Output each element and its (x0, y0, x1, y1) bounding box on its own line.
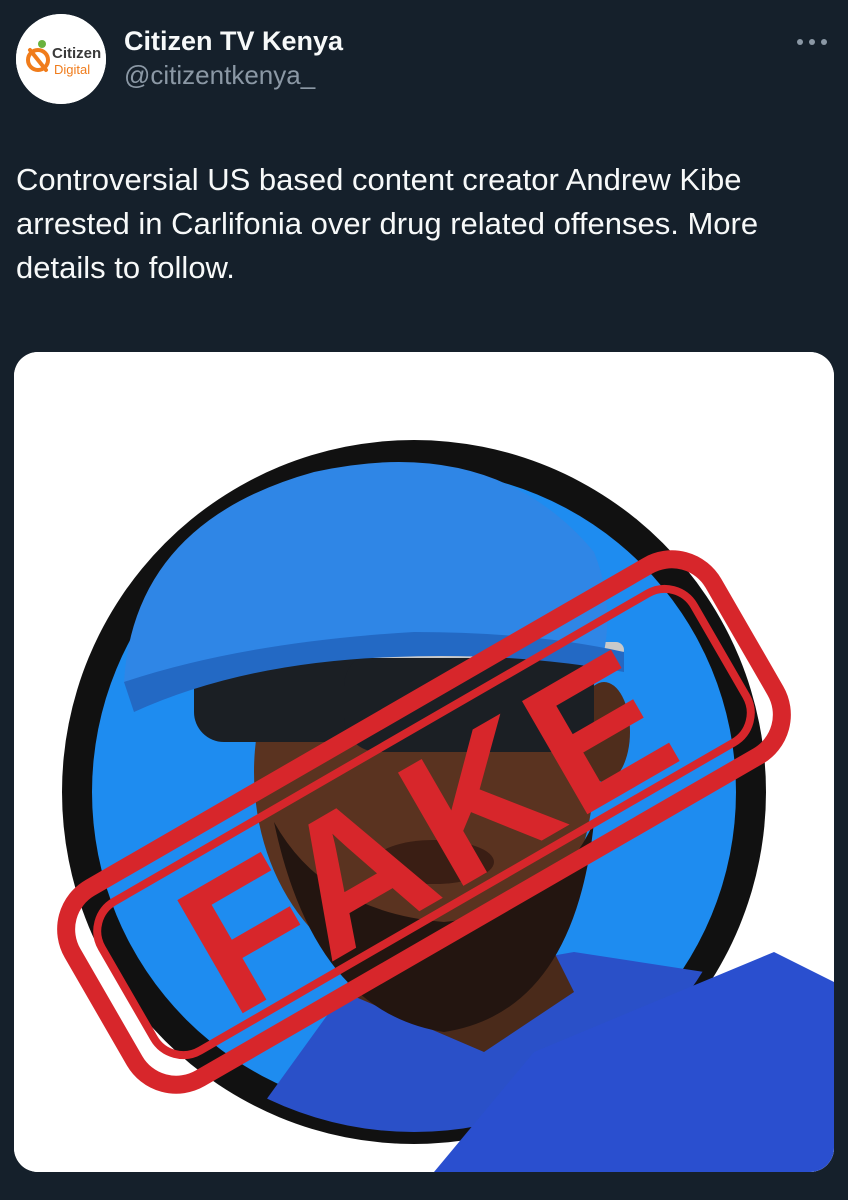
account-handle[interactable]: @citizentkenya_ (124, 58, 343, 92)
account-identity: Citizen TV Kenya @citizentkenya_ (124, 24, 343, 92)
more-horizontal-icon (797, 39, 827, 45)
avatar-logo-line2: Digital (54, 62, 90, 77)
display-name[interactable]: Citizen TV Kenya (124, 24, 343, 58)
tweet-media-image[interactable]: FAKE (14, 352, 834, 1172)
tweet-card: Citizen Digital Citizen TV Kenya @citize… (0, 0, 848, 1200)
citizen-digital-logo: Citizen Digital (16, 14, 106, 104)
tweet-header: Citizen Digital Citizen TV Kenya @citize… (16, 14, 832, 106)
avatar[interactable]: Citizen Digital (16, 14, 106, 104)
media-illustration: FAKE (14, 352, 834, 1172)
more-options-button[interactable] (792, 28, 832, 56)
avatar-logo-line1: Citizen (52, 45, 101, 62)
tweet-text: Controversial US based content creator A… (16, 162, 759, 285)
